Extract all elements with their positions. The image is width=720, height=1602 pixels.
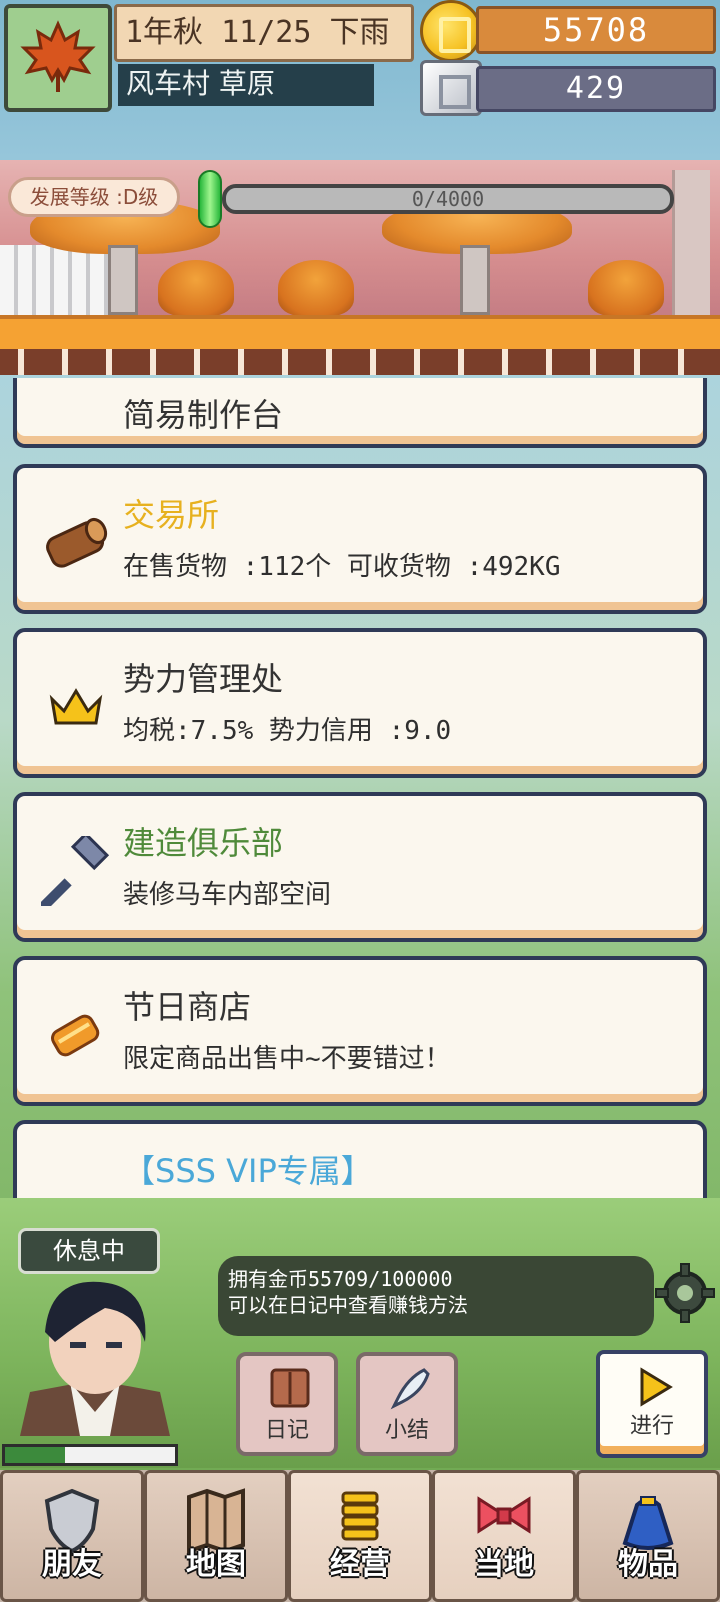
character-portrait[interactable] [0, 1262, 190, 1436]
development-progress-bar: 0/4000 [222, 184, 674, 214]
bush-icon [588, 260, 664, 316]
scroll-icon [41, 1000, 111, 1070]
nav-tab-map[interactable]: 地图 [144, 1470, 288, 1602]
proceed-button[interactable]: 进行 [596, 1350, 708, 1458]
quill-icon [390, 1368, 430, 1410]
tree-trunk [108, 245, 138, 315]
hint-line-tip: 可以在日记中查看赚钱方法 [228, 1293, 468, 1317]
silver-amount[interactable]: 429 [476, 66, 716, 112]
building-desc: 装修马车内部空间 [123, 880, 332, 910]
nav-label: 经营 [330, 1547, 390, 1582]
building-card-exchange[interactable]: 交易所 在售货物 :112个 可收货物 :492KG [13, 464, 707, 614]
nav-tab-local[interactable]: 当地 [432, 1470, 576, 1602]
hint-bubble: 拥有金币55709/100000 可以在日记中查看赚钱方法 [218, 1256, 654, 1336]
health-bar [2, 1444, 178, 1466]
building-desc: 在售货物 :112个 可收货物 :492KG [123, 552, 561, 582]
top-hud: 1年秋 11/25 下雨 风车村 草原 55708 429 [0, 0, 720, 116]
summary-label: 小结 [384, 1418, 429, 1443]
nav-tab-friends[interactable]: 朋友 [0, 1470, 144, 1602]
health-bar-fill [5, 1447, 65, 1463]
gold-coin-icon [420, 0, 482, 62]
proceed-label: 进行 [629, 1414, 674, 1439]
development-level-label: 发展等级 :D级 [8, 177, 180, 217]
book-icon [270, 1368, 310, 1408]
season-leaf-icon[interactable] [4, 4, 112, 112]
building-card-festival-shop[interactable]: 节日商店 限定商品出售中~不要错过！ [13, 956, 707, 1106]
building-title: 势力管理处 [123, 660, 284, 698]
nav-label: 地图 [186, 1547, 246, 1582]
bush-icon [158, 260, 234, 316]
building-title: 【SSS VIP专属】 [123, 1152, 373, 1190]
post-decoration [672, 170, 710, 320]
bottom-nav: 朋友 地图 经营 当地 物品 [0, 1470, 720, 1602]
bush-icon [278, 260, 354, 316]
building-card-workbench[interactable]: 简易制作台 [13, 378, 707, 448]
play-icon [640, 1367, 673, 1407]
log-icon [41, 508, 111, 578]
nav-label: 物品 [618, 1547, 678, 1582]
hint-line-gold: 拥有金币55709/100000 [228, 1267, 453, 1291]
green-gem-icon [198, 170, 222, 228]
building-card-faction[interactable]: 势力管理处 均税:7.5% 势力信用 :9.0 [13, 628, 707, 778]
silver-coin-icon [420, 60, 482, 116]
building-title: 交易所 [123, 496, 220, 534]
building-card-build-club[interactable]: 建造俱乐部 装修马车内部空间 [13, 792, 707, 942]
tree-trunk [460, 245, 490, 315]
nav-tab-items[interactable]: 物品 [576, 1470, 720, 1602]
crown-icon [41, 672, 111, 742]
building-title: 建造俱乐部 [123, 824, 284, 862]
hammer-icon [41, 836, 111, 906]
summary-button[interactable]: 小结 [356, 1352, 458, 1456]
diary-button[interactable]: 日记 [236, 1352, 338, 1456]
nav-tab-business[interactable]: 经营 [288, 1470, 432, 1602]
diary-label: 日记 [264, 1418, 309, 1443]
building-title: 节日商店 [123, 988, 252, 1026]
location-text: 风车村 草原 [118, 64, 374, 106]
date-weather-text: 1年秋 11/25 下雨 [114, 4, 414, 62]
building-title: 简易制作台 [123, 396, 284, 434]
building-card-vip[interactable]: 【SSS VIP专属】 [13, 1120, 707, 1198]
building-desc: 限定商品出售中~不要错过！ [123, 1044, 451, 1074]
ground-strip [0, 315, 720, 375]
building-list[interactable]: 简易制作台 交易所 在售货物 :112个 可收货物 :492KG 势力管理处 均… [0, 378, 720, 1198]
nav-label: 朋友 [42, 1547, 102, 1582]
gear-icon[interactable] [654, 1262, 716, 1324]
building-desc: 均税:7.5% 势力信用 :9.0 [123, 716, 452, 746]
gold-amount[interactable]: 55708 [476, 6, 716, 54]
fence-decoration [0, 245, 108, 315]
nav-label: 当地 [474, 1547, 534, 1582]
